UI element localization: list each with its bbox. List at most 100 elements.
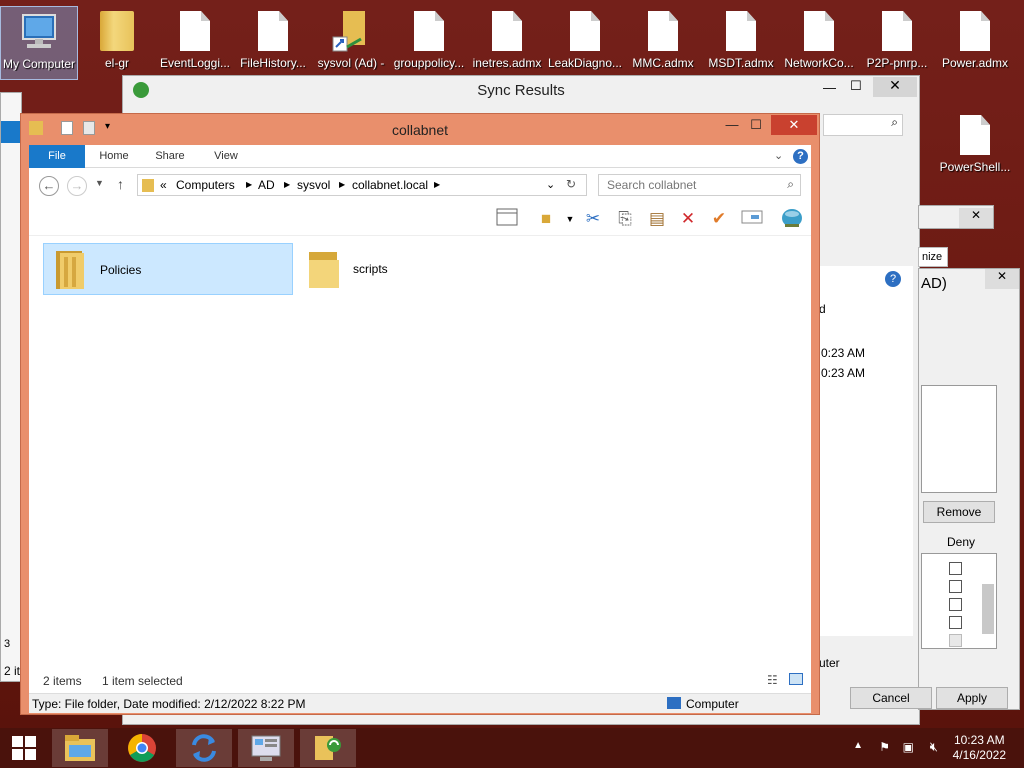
desktop-icon-el-gr[interactable]: el-gr xyxy=(78,6,156,80)
forward-button[interactable]: → xyxy=(67,176,87,196)
deny-checkbox[interactable] xyxy=(949,580,962,593)
document-icon xyxy=(390,6,468,56)
preview-pane-icon[interactable] xyxy=(496,208,518,230)
breadcrumb-sysvol[interactable]: sysvol xyxy=(297,178,330,192)
group-list[interactable] xyxy=(921,385,997,493)
taskbar-file-explorer[interactable] xyxy=(52,729,108,767)
expand-ribbon-icon[interactable]: ⌄ xyxy=(774,149,783,162)
large-icons-view-icon[interactable] xyxy=(789,673,803,685)
close-button[interactable]: ✕ xyxy=(985,269,1019,289)
breadcrumb-ad[interactable]: AD xyxy=(258,178,275,192)
list-fragment: d 0:23 AM 0:23 AM uter xyxy=(813,266,913,670)
explorer-body: File Home Share View ⌄ ? ← → ▼ ↑ « Compu… xyxy=(29,145,811,713)
refresh-icon[interactable]: ↻ xyxy=(566,177,576,191)
ribbon-tabs: File Home Share View ⌄ ? xyxy=(29,145,811,168)
breadcrumb-collabnet-local[interactable]: collabnet.local xyxy=(352,178,428,192)
sync-icon xyxy=(192,734,216,762)
address-row: ← → ▼ ↑ « Computers ▶ AD ▶ sysvol ▶ coll… xyxy=(29,168,811,202)
document-icon xyxy=(702,6,780,56)
search-field-fragment[interactable]: ⌕ xyxy=(823,114,903,136)
delete-icon[interactable]: ✕ xyxy=(677,208,699,230)
help-icon[interactable]: ? xyxy=(793,149,808,164)
document-icon xyxy=(546,6,624,56)
scrollbar-thumb[interactable] xyxy=(982,584,994,634)
close-button[interactable]: ✕ xyxy=(771,115,817,135)
chevron-down-icon[interactable]: ▼ xyxy=(559,208,581,230)
tab-view[interactable]: View xyxy=(205,145,247,168)
volume-muted-icon[interactable]: 🔇︎ xyxy=(930,739,938,755)
move-to-icon[interactable]: ■ xyxy=(535,208,557,230)
desktop-icon-leakdiagnostic[interactable]: LeakDiagno... xyxy=(546,6,624,80)
maximize-button[interactable]: ☐ xyxy=(850,78,874,94)
folder-item-policies[interactable]: Policies xyxy=(43,243,293,295)
back-button[interactable]: ← xyxy=(39,176,59,196)
desktop-icon-sysvol-shortcut[interactable]: sysvol (Ad) - xyxy=(312,6,390,80)
tab-home[interactable]: Home xyxy=(93,145,135,168)
overflow-chevron[interactable]: « xyxy=(160,178,167,192)
details-view-icon[interactable]: ☷ xyxy=(767,673,778,687)
desktop-icon-inetres[interactable]: inetres.admx xyxy=(468,6,546,80)
customize-tab-fragment[interactable]: nize xyxy=(918,247,948,267)
network-icon[interactable]: ▣ xyxy=(903,740,914,754)
chevron-right-icon[interactable]: ▶ xyxy=(246,180,252,189)
deny-checkbox[interactable] xyxy=(949,562,962,575)
permission-list xyxy=(921,553,997,649)
breadcrumb-computers[interactable]: Computers xyxy=(176,178,235,192)
maximize-button[interactable]: ☐ xyxy=(743,115,769,135)
deny-checkbox[interactable] xyxy=(949,598,962,611)
rename-checkmark-icon[interactable]: ✔ xyxy=(708,208,730,230)
deny-checkbox[interactable] xyxy=(949,616,962,629)
network-globe-icon[interactable] xyxy=(781,208,803,230)
desktop-icon-grouppolicy[interactable]: grouppolicy... xyxy=(390,6,468,80)
help-icon[interactable]: ? xyxy=(885,271,901,287)
apply-button[interactable]: Apply xyxy=(936,687,1008,709)
desktop-icon-eventlogging[interactable]: EventLoggi... xyxy=(156,6,234,80)
cut-icon[interactable]: ✂ xyxy=(582,208,604,230)
close-button[interactable]: ✕ xyxy=(873,77,917,97)
desktop-icon-my-computer[interactable]: My Computer xyxy=(0,6,78,80)
show-hidden-icons[interactable]: ▲ xyxy=(853,740,863,751)
address-bar[interactable]: « Computers ▶ AD ▶ sysvol ▶ collabnet.lo… xyxy=(137,174,587,196)
desktop-icon-filehistory[interactable]: FileHistory... xyxy=(234,6,312,80)
minimize-button[interactable]: — xyxy=(823,80,847,95)
start-button[interactable] xyxy=(0,729,48,767)
copy-icon[interactable]: ⎘ xyxy=(614,208,636,230)
taskbar-sync[interactable] xyxy=(176,729,232,767)
chevron-right-icon[interactable]: ▶ xyxy=(339,180,345,189)
document-icon xyxy=(936,6,1014,56)
cancel-button[interactable]: Cancel xyxy=(850,687,932,709)
details-text: Type: File folder, Date modified: 2/12/2… xyxy=(32,697,306,711)
clock[interactable]: 10:23 AM 4/16/2022 xyxy=(953,733,1006,763)
taskbar: ▲ ⚑ ▣ 🔇︎ 10:23 AM 4/16/2022 xyxy=(0,728,1024,768)
chevron-right-icon[interactable]: ▶ xyxy=(284,180,290,189)
deny-column-header: Deny xyxy=(947,535,976,549)
chevron-down-icon[interactable]: ⌄ xyxy=(546,178,555,191)
up-arrow-icon[interactable]: ↑ xyxy=(117,176,124,192)
paste-icon[interactable]: ▤ xyxy=(646,208,668,230)
recent-locations-icon[interactable]: ▼ xyxy=(95,178,104,188)
remove-button[interactable]: Remove xyxy=(923,501,995,523)
desktop-icon-powershell[interactable]: PowerShell... xyxy=(936,110,1014,184)
taskbar-sysvol-folder[interactable] xyxy=(300,729,356,767)
title-bar[interactable]: ▾ collabnet — ☐ ✕ xyxy=(21,114,819,145)
chevron-right-icon[interactable]: ▶ xyxy=(434,180,440,189)
desktop-icon-networkconnections[interactable]: NetworkCo... xyxy=(780,6,858,80)
folder-item-scripts[interactable]: scripts xyxy=(297,243,547,295)
desktop-icon-p2p-pnrp[interactable]: P2P-pnrp... xyxy=(858,6,936,80)
properties-icon[interactable] xyxy=(741,208,763,230)
desktop-icon-mmc[interactable]: MMC.admx xyxy=(624,6,702,80)
status-fragment: 2 it xyxy=(4,664,21,678)
tab-share[interactable]: Share xyxy=(149,145,191,168)
minimize-button[interactable]: — xyxy=(719,115,745,135)
tab-file[interactable]: File xyxy=(29,145,85,168)
taskbar-server-manager[interactable] xyxy=(238,729,294,767)
document-icon xyxy=(234,6,312,56)
explorer-window[interactable]: ▾ collabnet — ☐ ✕ File Home Share View ⌄… xyxy=(20,113,820,715)
desktop-icon-power[interactable]: Power.admx xyxy=(936,6,1014,80)
taskbar-chrome[interactable] xyxy=(114,729,170,767)
search-input[interactable]: Search collabnet ⌕ xyxy=(598,174,801,196)
file-list[interactable]: Policies scripts xyxy=(29,236,811,669)
action-center-flag-icon[interactable]: ⚑ xyxy=(879,740,890,754)
close-button[interactable]: ✕ xyxy=(959,208,993,228)
desktop-icon-msdt[interactable]: MSDT.admx xyxy=(702,6,780,80)
